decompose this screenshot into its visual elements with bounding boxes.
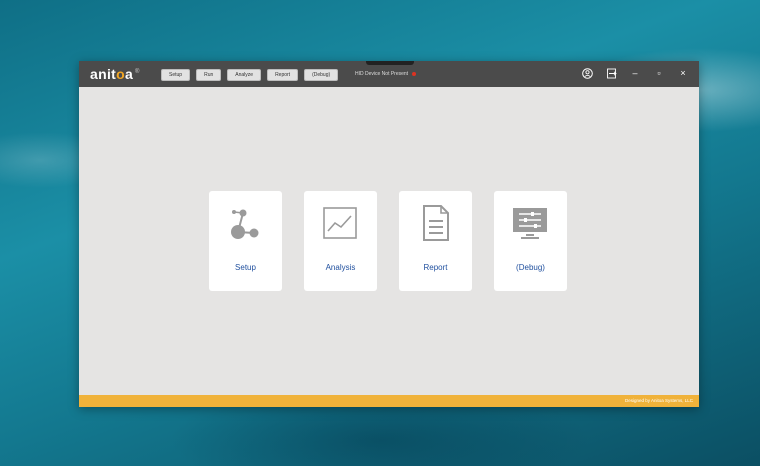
- main-card-grid: Setup Analysis Report (Debug): [209, 191, 567, 291]
- user-icon[interactable]: [581, 67, 593, 79]
- debug-button[interactable]: (Debug): [304, 69, 339, 81]
- run-button[interactable]: Run: [196, 69, 222, 81]
- logo-mark: ®: [135, 69, 140, 76]
- logo-text-main: anit: [90, 66, 117, 82]
- line-chart-icon: [323, 207, 357, 239]
- setup-card[interactable]: Setup: [209, 191, 282, 291]
- document-icon: [423, 205, 449, 241]
- analysis-card-label: Analysis: [325, 263, 356, 272]
- logo-text-end: a: [124, 66, 134, 82]
- report-card[interactable]: Report: [399, 191, 472, 291]
- analyze-button[interactable]: Analyze: [227, 69, 262, 81]
- device-status-text: HID Device Not Present: [355, 71, 409, 77]
- footer-credit: Designed by Anitoa Systems, LLC: [624, 398, 693, 403]
- analysis-card[interactable]: Analysis: [304, 191, 377, 291]
- debug-card[interactable]: (Debug): [494, 191, 567, 291]
- minimize-icon[interactable]: –: [629, 67, 641, 79]
- monitor-sliders-icon: [513, 208, 547, 239]
- maximize-icon[interactable]: ▫: [653, 67, 665, 79]
- report-button[interactable]: Report: [267, 69, 299, 81]
- device-status: HID Device Not Present: [355, 71, 417, 77]
- app-logo: anitoa ®: [90, 66, 140, 82]
- title-notch: [366, 61, 414, 65]
- report-card-label: Report: [423, 263, 448, 272]
- toolbar: Setup Run Analyze Report (Debug): [161, 69, 339, 81]
- footer-bar: Designed by Anitoa Systems, LLC: [79, 395, 699, 407]
- close-icon[interactable]: ×: [677, 67, 689, 79]
- logo-text-accent: o: [116, 66, 125, 82]
- setup-card-label: Setup: [235, 263, 256, 272]
- title-bar: anitoa ® Setup Run Analyze Report (Debug)…: [79, 61, 699, 87]
- status-indicator-icon: [412, 71, 417, 76]
- window-controls: – ▫ ×: [581, 67, 689, 79]
- debug-card-label: (Debug): [516, 263, 545, 272]
- setup-button[interactable]: Setup: [161, 69, 191, 81]
- exit-icon[interactable]: [605, 67, 617, 79]
- app-window: anitoa ® Setup Run Analyze Report (Debug)…: [79, 61, 699, 407]
- setup-nodes-icon: [231, 209, 259, 239]
